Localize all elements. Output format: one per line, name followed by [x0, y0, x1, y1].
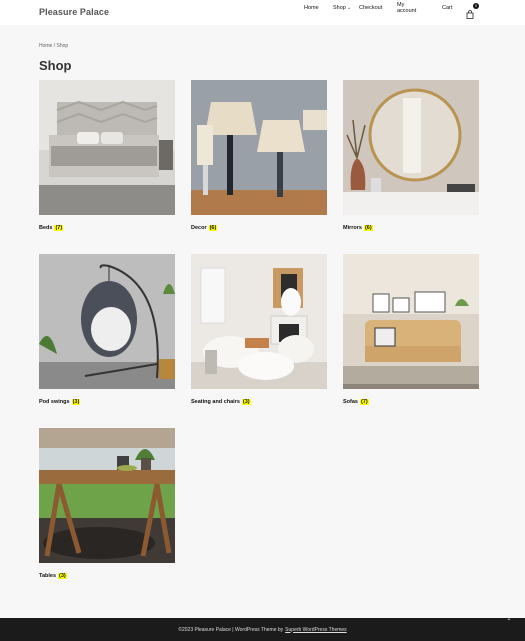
footer-text: ©2023 Pleasure Palace | WordPress Theme …	[178, 626, 284, 633]
category-name: Decor	[191, 225, 207, 231]
category-card-beds[interactable]: Beds (7)	[39, 80, 175, 231]
category-label[interactable]: Sofas (7)	[343, 399, 479, 405]
seating-and-chairs-image[interactable]	[191, 254, 327, 389]
nav-shop[interactable]: Shop ⌄	[333, 5, 351, 11]
site-title[interactable]: Pleasure Palace	[39, 7, 109, 17]
category-count: (3)	[71, 399, 81, 405]
cart-count-badge: 0	[473, 3, 479, 9]
site-header: Pleasure Palace Home Shop ⌄ Checkout My …	[0, 0, 525, 25]
category-card-mirrors[interactable]: Mirrors (6)	[343, 80, 479, 231]
footer-theme-link[interactable]: Superb WordPress Themes	[285, 627, 347, 633]
breadcrumb-home[interactable]: Home	[39, 43, 52, 49]
category-count: (7)	[54, 225, 64, 231]
category-name: Pod swings	[39, 399, 70, 405]
nav-shop-label: Shop	[333, 5, 346, 11]
category-count: (7)	[359, 399, 369, 405]
category-name: Beds	[39, 225, 53, 231]
category-card-seating-and-chairs[interactable]: Seating and chairs (3)	[191, 254, 327, 405]
breadcrumb-current: Shop	[56, 43, 69, 49]
category-count: (6)	[208, 225, 218, 231]
sofas-image[interactable]	[343, 254, 479, 389]
category-label[interactable]: Tables (3)	[39, 573, 175, 579]
pod-swings-image[interactable]	[39, 254, 175, 389]
category-label[interactable]: Beds (7)	[39, 225, 175, 231]
category-count: (3)	[58, 573, 67, 579]
category-card-decor[interactable]: Decor (6)	[191, 80, 327, 231]
category-card-pod-swings[interactable]: Pod swings (3)	[39, 254, 175, 405]
category-name: Mirrors	[343, 225, 362, 231]
category-card-tables[interactable]: Tables (3)	[39, 428, 175, 579]
category-label[interactable]: Seating and chairs (3)	[191, 399, 327, 405]
category-label[interactable]: Decor (6)	[191, 225, 327, 231]
mirrors-image[interactable]	[343, 80, 479, 215]
nav-home[interactable]: Home	[304, 5, 319, 11]
tables-image[interactable]	[39, 428, 175, 563]
decor-image[interactable]	[191, 80, 327, 215]
beds-image[interactable]	[39, 80, 175, 215]
chevron-down-icon: ⌄	[346, 5, 352, 11]
category-count: (6)	[363, 225, 373, 231]
category-label[interactable]: Pod swings (3)	[39, 399, 175, 405]
category-name: Seating and chairs	[191, 399, 240, 405]
category-label[interactable]: Mirrors (6)	[343, 225, 479, 231]
nav-my-account[interactable]: My account	[397, 2, 416, 14]
category-card-sofas[interactable]: Sofas (7)	[343, 254, 479, 405]
scroll-to-top-icon[interactable]: ⌃	[504, 617, 514, 627]
nav-checkout[interactable]: Checkout	[359, 5, 382, 11]
category-name: Sofas	[343, 399, 358, 405]
page-title: Shop	[39, 58, 72, 73]
nav-cart[interactable]: Cart	[442, 5, 452, 11]
category-count: (3)	[241, 399, 251, 405]
breadcrumb: Home / Shop	[39, 43, 68, 49]
site-footer: ©2023 Pleasure Palace | WordPress Theme …	[0, 618, 525, 641]
category-name: Tables	[39, 573, 57, 579]
